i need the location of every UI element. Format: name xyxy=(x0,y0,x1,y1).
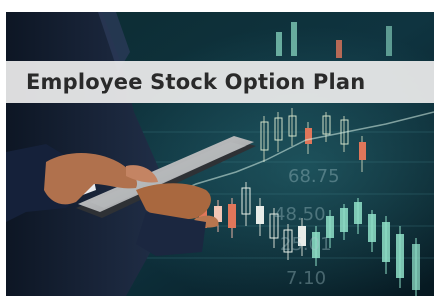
overlay-number-4: 7.10 xyxy=(286,268,326,289)
overlay-number-2: 48.50 xyxy=(274,204,326,225)
overlay-number-3: 25.01 xyxy=(280,234,332,255)
banner-title: Employee Stock Option Plan xyxy=(26,70,366,94)
title-banner: Employee Stock Option Plan xyxy=(6,61,434,103)
overlay-number-1: 68.75 xyxy=(288,166,340,187)
hero-photo: 68.75 48.50 25.01 7.10 xyxy=(6,12,434,296)
